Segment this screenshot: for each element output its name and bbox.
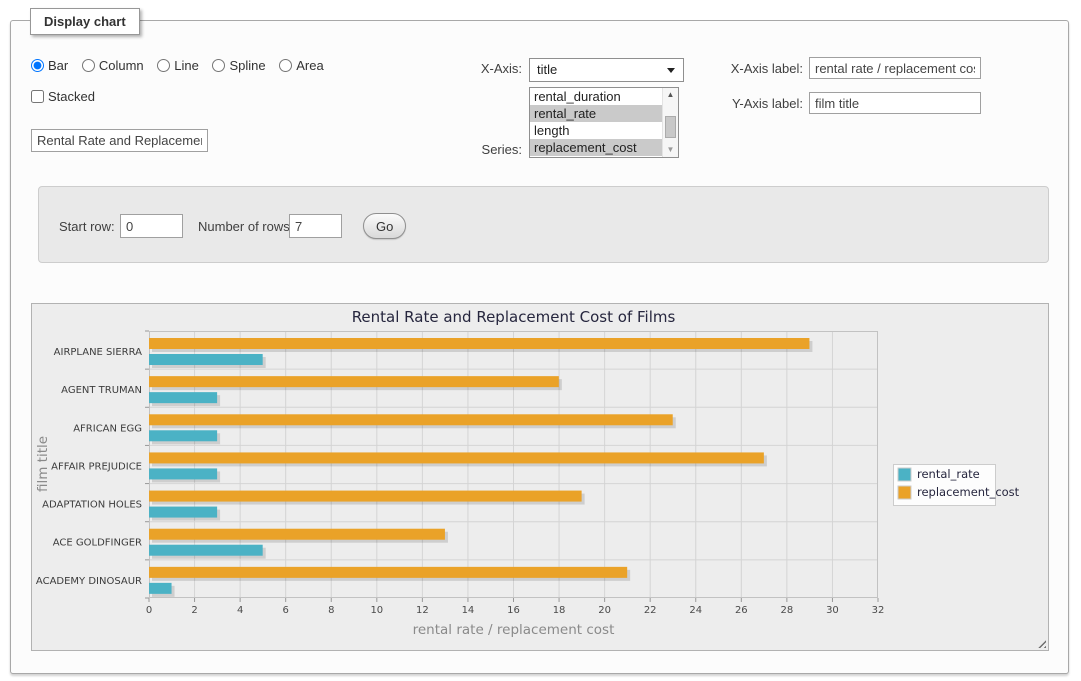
x-tick-label: 28 (781, 605, 794, 616)
chart-type-spline-radio[interactable] (212, 59, 225, 72)
bar-rental_rate-2 (149, 430, 217, 441)
display-chart-panel: Display chart Bar Column Line Spline Are… (10, 20, 1069, 674)
num-rows-input[interactable] (289, 214, 342, 238)
scrollbar-thumb[interactable] (665, 116, 676, 138)
bar-rental_rate-0 (149, 354, 263, 365)
series-option-replacement-cost[interactable]: replacement_cost (530, 139, 662, 156)
bar-rental_rate-4 (149, 507, 217, 518)
chart-type-radios: Bar Column Line Spline Area (31, 58, 334, 73)
listbox-scrollbar[interactable]: ▲ ▼ (662, 88, 678, 157)
x-axis-label-label: X-Axis label: (713, 61, 803, 76)
row-range-bar: Start row: Number of rows: Go (38, 186, 1049, 263)
bar-replacement_cost-5 (149, 529, 445, 540)
chart-type-spline[interactable]: Spline (212, 58, 265, 73)
category-label: ACADEMY DINOSAUR (36, 576, 142, 587)
chart-title: Rental Rate and Replacement Cost of Film… (352, 308, 676, 326)
bar-replacement_cost-3 (149, 452, 764, 463)
chart-container: AIRPLANE SIERRA AGENT TRUMAN AFRICAN EGG AF… (31, 303, 1049, 651)
chart-type-line-radio[interactable] (157, 59, 170, 72)
scroll-down-icon[interactable]: ▼ (663, 143, 678, 157)
bar-rental_rate-1 (149, 392, 217, 403)
x-axis-title: rental rate / replacement cost (413, 622, 615, 638)
category-label: ACE GOLDFINGER (53, 538, 142, 549)
scroll-up-icon[interactable]: ▲ (663, 88, 678, 102)
x-tick-label: 32 (872, 605, 885, 616)
y-axis-label-label: Y-Axis label: (713, 96, 803, 111)
x-tick-label: 22 (644, 605, 657, 616)
category-label: AIRPLANE SIERRA (54, 347, 142, 358)
x-tick-label: 12 (416, 605, 429, 616)
bar-replacement_cost-1 (149, 376, 559, 387)
x-axis-label-input[interactable] (809, 57, 981, 79)
x-tick-label: 24 (689, 605, 702, 616)
stacked-row: Stacked (31, 89, 95, 104)
chart-type-area-radio[interactable] (279, 59, 292, 72)
x-tick-label: 16 (507, 605, 520, 616)
chart-svg: AIRPLANE SIERRA AGENT TRUMAN AFRICAN EGG AF… (32, 304, 1048, 650)
bar-replacement_cost-2 (149, 414, 673, 425)
stacked-checkbox[interactable] (31, 90, 44, 103)
bar-rental_rate-6 (149, 583, 172, 594)
x-tick-label: 8 (328, 605, 334, 616)
series-option-rental-duration[interactable]: rental_duration (530, 88, 662, 105)
series-select-label: Series: (469, 142, 522, 157)
series-option-rental-rate[interactable]: rental_rate (530, 105, 662, 122)
start-row-label: Start row: (59, 219, 115, 234)
x-tick-label: 26 (735, 605, 748, 616)
legend-label-replacement_cost: replacement_cost (917, 485, 1020, 499)
x-axis-selected-value: title (530, 59, 683, 81)
chart-type-column[interactable]: Column (82, 58, 144, 73)
x-tick-label: 20 (598, 605, 611, 616)
start-row-input[interactable] (120, 214, 183, 238)
y-axis-label-input[interactable] (809, 92, 981, 114)
series-listbox[interactable]: rental_duration rental_rate length repla… (529, 87, 679, 158)
bar-replacement_cost-6 (149, 567, 627, 578)
x-tick-label: 10 (370, 605, 383, 616)
x-tick-label: 4 (237, 605, 243, 616)
bar-rental_rate-5 (149, 545, 263, 556)
chart-type-column-radio[interactable] (82, 59, 95, 72)
chart-type-bar[interactable]: Bar (31, 58, 68, 73)
y-axis-title: film title (35, 436, 51, 492)
x-axis-select[interactable]: title (529, 58, 684, 82)
legend-swatch-rental_rate (898, 468, 911, 481)
bar-replacement_cost-0 (149, 338, 809, 349)
go-button[interactable]: Go (363, 213, 406, 239)
legend-label-rental_rate: rental_rate (917, 467, 980, 481)
x-tick-label: 2 (191, 605, 197, 616)
chevron-down-icon (667, 68, 675, 73)
num-rows-label: Number of rows: (198, 219, 293, 234)
x-tick-label: 18 (553, 605, 566, 616)
x-tick-label: 14 (462, 605, 475, 616)
category-label: AGENT TRUMAN (61, 385, 142, 396)
panel-legend: Display chart (30, 8, 140, 35)
stacked-label[interactable]: Stacked (31, 89, 95, 104)
category-label: AFFAIR PREJUDICE (51, 461, 142, 472)
x-tick-label: 0 (146, 605, 152, 616)
bar-rental_rate-3 (149, 468, 217, 479)
chart-type-line[interactable]: Line (157, 58, 199, 73)
chart-type-area[interactable]: Area (279, 58, 323, 73)
x-tick-label: 30 (826, 605, 839, 616)
x-tick-label: 6 (283, 605, 289, 616)
category-label: AFRICAN EGG (73, 423, 142, 434)
chart-type-bar-radio[interactable] (31, 59, 44, 72)
chart-title-input[interactable] (31, 129, 208, 152)
legend-swatch-replacement_cost (898, 486, 911, 499)
series-option-length[interactable]: length (530, 122, 662, 139)
chart-legend: rental_rate replacement_cost (894, 465, 1020, 506)
bar-replacement_cost-4 (149, 491, 582, 502)
category-label: ADAPTATION HOLES (42, 500, 142, 511)
x-axis-select-label: X-Axis: (469, 61, 522, 76)
